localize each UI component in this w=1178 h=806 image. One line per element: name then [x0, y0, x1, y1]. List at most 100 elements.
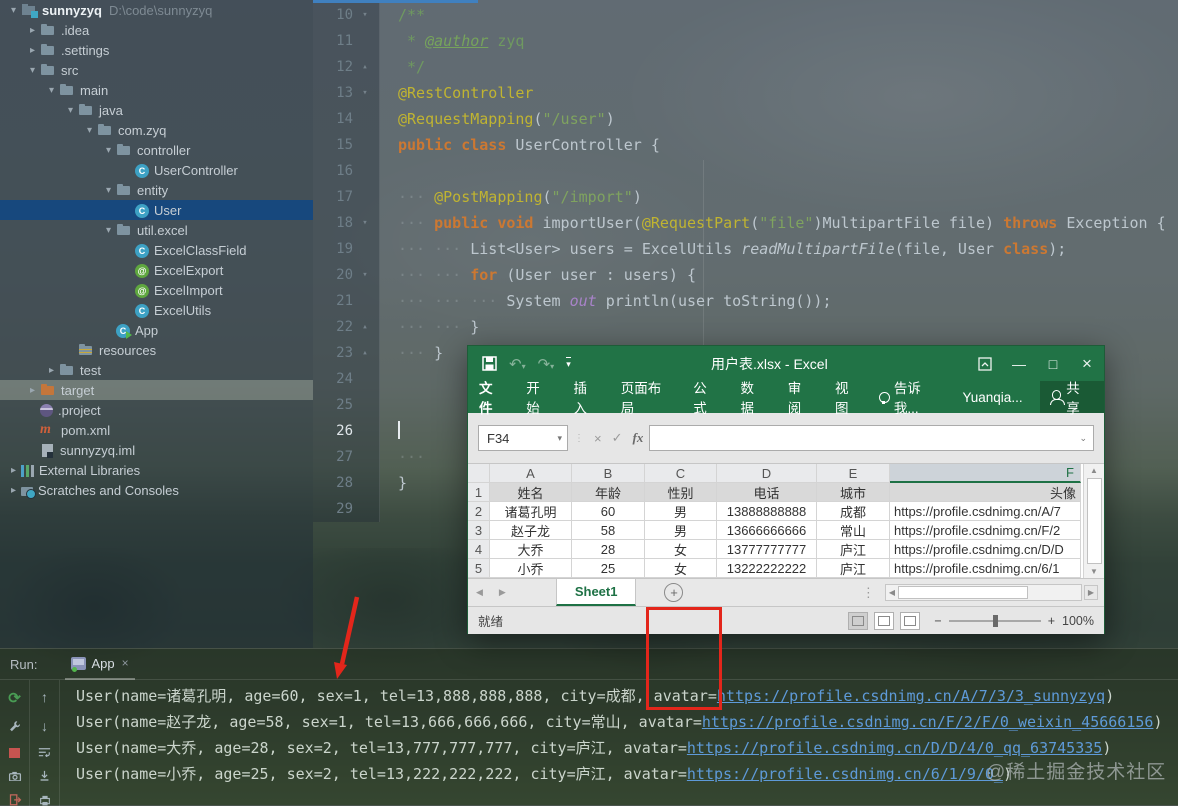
row-header-2[interactable]: 2: [468, 502, 490, 521]
insert-function-icon[interactable]: fx: [633, 430, 644, 446]
cell-E2[interactable]: 成都: [817, 502, 890, 521]
next-sheet-icon[interactable]: ▶: [491, 587, 514, 598]
tree-item-src[interactable]: ▾ src: [0, 60, 313, 80]
cell-E4[interactable]: 庐江: [817, 540, 890, 559]
column-header-B[interactable]: B: [572, 464, 645, 483]
cell-A1[interactable]: 姓名: [490, 483, 572, 502]
scroll-right-icon[interactable]: ▶: [1083, 585, 1098, 600]
column-header-F[interactable]: F: [890, 464, 1081, 483]
ribbon-tab-1[interactable]: 文件: [468, 381, 515, 416]
chevron-down-icon[interactable]: ▾: [25, 65, 40, 76]
undo-icon[interactable]: ↶▾: [509, 355, 526, 373]
fold-marker-icon[interactable]: ▾: [353, 2, 377, 28]
maximize-icon[interactable]: □: [1036, 356, 1070, 372]
tree-item-java[interactable]: ▾ java: [0, 100, 313, 120]
select-all-corner[interactable]: [468, 464, 490, 483]
name-box[interactable]: F34 ▾: [478, 425, 568, 451]
chevron-down-icon[interactable]: ▾: [101, 185, 116, 196]
code-line-18[interactable]: 18 ▾ ··· public void importUser(@RequestPa…: [313, 210, 1178, 236]
zoom-thumb[interactable]: [992, 614, 998, 627]
column-header-E[interactable]: E: [817, 464, 890, 483]
avatar-url-link[interactable]: https://profile.csdnimg.cn/D/D/4/0_qq_63…: [687, 739, 1102, 757]
rerun-icon[interactable]: ⟳: [8, 689, 21, 707]
account-name[interactable]: Yuanqia...: [952, 381, 1034, 413]
prev-sheet-icon[interactable]: ◀: [468, 587, 491, 598]
cell-B2[interactable]: 60: [572, 502, 645, 521]
cell-C3[interactable]: 男: [645, 521, 717, 540]
ribbon-tab-2[interactable]: 开始: [515, 381, 562, 416]
tree-item-pom-xml[interactable]: m pom.xml: [0, 420, 313, 440]
tree-item-entity[interactable]: ▾ entity: [0, 180, 313, 200]
tell-me-box[interactable]: 告诉我...: [871, 377, 951, 417]
column-header-C[interactable]: C: [645, 464, 717, 483]
cell-D5[interactable]: 13222222222: [717, 559, 817, 578]
normal-view-icon[interactable]: [848, 611, 869, 630]
row-header-4[interactable]: 4: [468, 540, 490, 559]
share-button[interactable]: 共享: [1039, 381, 1104, 416]
chevron-down-icon[interactable]: ▾: [44, 85, 59, 96]
code-line-17[interactable]: 17 ··· @PostMapping("/import"): [313, 184, 1178, 210]
tree-item-idea[interactable]: ▸ .idea: [0, 20, 313, 40]
ribbon-tab-6[interactable]: 数据: [730, 381, 777, 416]
fold-marker-icon[interactable]: ▾: [353, 262, 377, 288]
tree-item-util-excel[interactable]: ▾ util.excel: [0, 220, 313, 240]
code-line-12[interactable]: 12 ▴ */: [313, 54, 1178, 80]
camera-icon[interactable]: [8, 771, 22, 782]
chevron-down-icon[interactable]: ▾: [82, 125, 97, 136]
tree-item-dot-project[interactable]: .project: [0, 400, 313, 420]
chevron-right-icon[interactable]: ▸: [25, 385, 40, 396]
tree-item-app[interactable]: C App: [0, 320, 313, 340]
row-header-1[interactable]: 1: [468, 483, 490, 502]
tree-item-sunnyzyq-iml[interactable]: sunnyzyq.iml: [0, 440, 313, 460]
cell-F1[interactable]: 头像: [890, 483, 1081, 502]
tree-item-settings[interactable]: ▸ .settings: [0, 40, 313, 60]
page-layout-view-icon[interactable]: [874, 611, 895, 630]
run-tab-app[interactable]: App ×: [65, 649, 135, 680]
exit-icon[interactable]: [8, 794, 22, 806]
down-stack-icon[interactable]: ↓: [41, 718, 48, 734]
cell-E5[interactable]: 庐江: [817, 559, 890, 578]
cell-B1[interactable]: 年龄: [572, 483, 645, 502]
fold-marker-icon[interactable]: ▾: [353, 210, 377, 236]
code-line-19[interactable]: 19 ··· ··· List<User> users = ExcelUtils …: [313, 236, 1178, 262]
tree-item-scratches[interactable]: ▸ Scratches and Consoles: [0, 480, 313, 500]
avatar-url-link[interactable]: https://profile.csdnimg.cn/F/2/F/0_weixi…: [702, 713, 1154, 731]
fold-marker-icon[interactable]: ▴: [353, 54, 377, 80]
chevron-right-icon[interactable]: ▸: [25, 45, 40, 56]
code-line-16[interactable]: 16: [313, 158, 1178, 184]
cell-B4[interactable]: 28: [572, 540, 645, 559]
cell-F5[interactable]: https://profile.csdnimg.cn/6/1: [890, 559, 1081, 578]
cell-D4[interactable]: 13777777777: [717, 540, 817, 559]
chevron-right-icon[interactable]: ▸: [6, 465, 21, 476]
fold-marker-icon[interactable]: ▴: [353, 314, 377, 340]
cell-A3[interactable]: 赵子龙: [490, 521, 572, 540]
soft-wrap-icon[interactable]: [37, 747, 52, 758]
ribbon-tab-4[interactable]: 页面布局: [610, 381, 683, 416]
fold-marker-icon[interactable]: ▴: [353, 340, 377, 366]
zoom-slider[interactable]: [948, 614, 1041, 627]
tree-item-user[interactable]: C User: [0, 200, 313, 220]
hscroll-thumb[interactable]: [898, 586, 1028, 599]
tree-item-test[interactable]: ▸ test: [0, 360, 313, 380]
new-sheet-icon[interactable]: +: [664, 583, 684, 602]
chevron-down-icon[interactable]: ▾: [6, 5, 21, 16]
cell-C2[interactable]: 男: [645, 502, 717, 521]
ribbon-tab-8[interactable]: 视图: [824, 381, 871, 416]
row-header-3[interactable]: 3: [468, 521, 490, 540]
close-icon[interactable]: ×: [1070, 354, 1104, 374]
cell-C5[interactable]: 女: [645, 559, 717, 578]
ribbon-tab-5[interactable]: 公式: [682, 381, 729, 416]
tree-item-main[interactable]: ▾ main: [0, 80, 313, 100]
cell-C1[interactable]: 性别: [645, 483, 717, 502]
formula-input[interactable]: ⌄: [649, 425, 1094, 451]
cell-D2[interactable]: 13888888888: [717, 502, 817, 521]
chevron-right-icon[interactable]: ▸: [44, 365, 59, 376]
scroll-to-end-icon[interactable]: [38, 770, 51, 782]
cell-A2[interactable]: 诸葛孔明: [490, 502, 572, 521]
scroll-left-icon[interactable]: ◀: [886, 588, 898, 597]
formula-expand-icon[interactable]: ⌄: [1079, 433, 1093, 444]
cell-E3[interactable]: 常山: [817, 521, 890, 540]
redo-icon[interactable]: ↷▾: [538, 355, 555, 373]
zoom-out-icon[interactable]: −: [934, 614, 941, 628]
cell-F2[interactable]: https://profile.csdnimg.cn/A/7: [890, 502, 1081, 521]
